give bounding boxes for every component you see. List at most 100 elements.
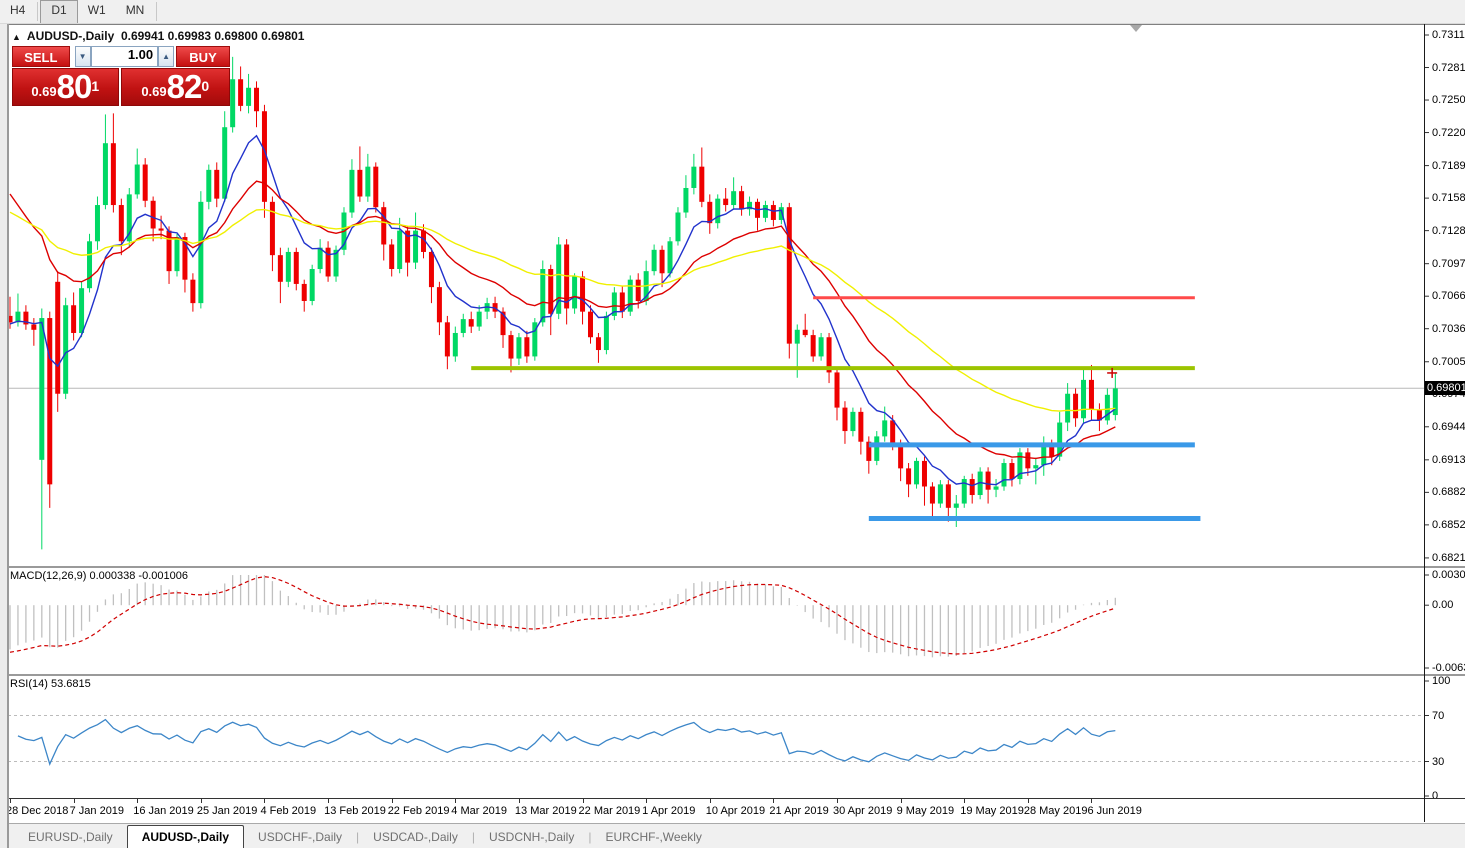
candle-body [444,322,450,357]
chart-symbol-label: AUDUSD-,Daily [26,29,115,43]
candle-body [603,315,609,351]
time-axis-tick [773,799,775,803]
candle-body [397,230,403,270]
chart-shift-marker-icon[interactable] [1130,25,1142,32]
trade-widget-prices: 0.69 80 1 0.69 82 0 [12,68,230,106]
candle-body [230,79,236,128]
mid-ma-line [9,180,1116,460]
candle-body [55,281,61,394]
rsi-axis-label: 100 [1432,675,1451,687]
candle-body [1073,393,1079,419]
candle-body [842,407,848,432]
tab-eurchf[interactable]: EURCHF-,Weekly [591,826,715,848]
tab-audusd[interactable]: AUDUSD-,Daily [126,825,245,848]
tab-usdcad[interactable]: USDCAD-,Daily [359,826,472,848]
candle-body [118,205,124,242]
price-axis-label: 0.70970 [1432,257,1465,270]
candle-body [937,484,943,504]
candle-body [71,305,77,333]
rsi-axis-label: 30 [1432,755,1445,768]
candle-body [993,486,999,490]
date-label: 1 Apr 2019 [642,805,696,817]
ask-price-button[interactable]: 0.69 82 0 [120,68,230,106]
candle-body [428,251,434,288]
rsi-chart-canvas[interactable] [0,674,1465,798]
toolbar-separator [37,2,39,21]
current-price-badge: 0.69801 [1425,381,1465,396]
tab-usdcnh[interactable]: USDCNH-,Daily [475,826,588,848]
candle-body [63,305,69,394]
tab-eurusd[interactable]: EURUSD-,Daily [14,826,127,848]
chart-title: ▲ AUDUSD-,Daily 0.69941 0.69983 0.69800 0… [12,29,304,43]
candle-body [874,436,880,461]
price-axis-label: 0.72810 [1432,61,1465,74]
candle-body [293,251,299,284]
time-axis-tick [455,799,457,803]
time-axis-tick [200,799,202,803]
date-label: 10 Apr 2019 [705,805,766,817]
candle-body [1065,393,1071,423]
volume-increase-button[interactable]: ▲ [158,46,175,67]
price-axis-label: 0.71280 [1432,224,1465,237]
volume-decrease-button[interactable]: ▼ [74,46,91,67]
candle-body [47,318,53,485]
candle-body [635,279,641,301]
price-axis-label: 0.68520 [1432,518,1465,531]
candle-body [317,247,323,270]
candle-body [580,276,586,312]
candle-body [731,191,737,206]
candle-body [285,251,291,282]
time-axis-tick [264,799,266,803]
date-label: 28 Dec 2018 [6,805,69,817]
time-axis[interactable]: 28 Dec 2018 7 Jan 2019 16 Jan 2019 25 Jan 2… [0,798,1465,824]
volume-input[interactable]: 1.00 [90,46,159,67]
time-axis-tick [137,799,139,803]
window-left-border[interactable] [0,24,9,848]
candle-body [1033,465,1039,469]
timeframe-button-mn[interactable]: MN [116,0,155,23]
candle-body [969,479,975,496]
date-label: 30 Apr 2019 [833,805,893,817]
date-label: 28 May 2019 [1023,805,1088,817]
candle-body [357,169,363,197]
time-axis-tick [1091,799,1093,803]
time-axis-tick [709,799,711,803]
symbol-tab-bar: EURUSD-,Daily AUDUSD-,Daily USDCHF-,Daily |… [0,823,1465,848]
candle-body [929,486,935,504]
timeframe-button-h4[interactable]: H4 [0,0,35,23]
collapse-triangle-icon[interactable]: ▲ [12,32,21,42]
buy-button[interactable]: BUY [176,46,231,67]
candle-body [572,276,578,309]
candle-body [890,420,896,444]
candle-body [206,169,212,202]
candle-body [349,169,355,213]
candle-body [683,187,689,213]
macd-chart-canvas[interactable] [0,566,1465,674]
time-axis-tick [900,799,902,803]
macd-axis-label: 0.003035 [1432,569,1465,581]
candle-body [914,460,920,485]
tab-usdchf[interactable]: USDCHF-,Daily [244,826,356,848]
candle-body [675,212,681,242]
price-axis-label: 0.69130 [1432,453,1465,466]
price-axis-label: 0.68210 [1432,551,1465,564]
price-axis-label: 0.73115 [1432,29,1465,41]
candle-body [39,318,45,460]
date-label: 9 May 2019 [896,805,955,817]
candle-body [87,241,93,289]
candle-body [1025,452,1031,469]
price-axis-label: 0.72200 [1432,126,1465,139]
candle-body [436,287,442,323]
candle-body [953,503,959,508]
sell-button[interactable]: SELL [12,46,70,67]
macd-label: MACD(12,26,9) 0.000338 -0.001006 [10,570,188,582]
timeframe-button-d1[interactable]: D1 [40,0,78,23]
candle-body [699,166,705,202]
bid-price-button[interactable]: 0.69 80 1 [12,68,119,106]
ask-price-small: 0.69 [141,84,167,99]
ask-price-big: 82 [166,68,203,105]
bid-price-small: 0.69 [31,84,57,99]
candle-body [269,201,275,256]
timeframe-button-w1[interactable]: W1 [78,0,116,23]
candle-body [659,249,665,274]
